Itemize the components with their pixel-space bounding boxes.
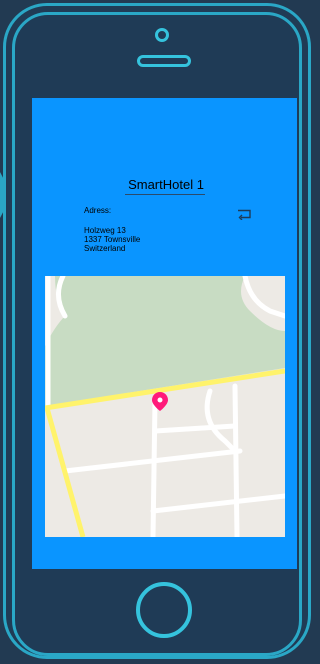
hotel-title: SmartHotel 1 bbox=[128, 177, 204, 192]
address-line-1: Holzweg 13 bbox=[84, 226, 126, 235]
title-underline bbox=[125, 194, 205, 195]
speaker-icon bbox=[137, 55, 191, 67]
location-map[interactable] bbox=[45, 276, 285, 537]
app-screen: SmartHotel 1 Adress: Holzweg 13 1337 Tow… bbox=[32, 98, 297, 569]
adress-label: Adress: bbox=[84, 206, 112, 215]
home-button[interactable] bbox=[136, 582, 192, 638]
return-arrow-icon[interactable] bbox=[237, 208, 253, 220]
road bbox=[204, 388, 238, 454]
park-area bbox=[45, 276, 285, 406]
road bbox=[232, 383, 240, 537]
highway bbox=[45, 407, 86, 537]
road bbox=[150, 398, 158, 537]
address-line-3: Switzerland bbox=[84, 244, 126, 253]
road bbox=[152, 423, 238, 434]
camera-icon bbox=[155, 28, 169, 42]
road bbox=[150, 493, 285, 514]
road bbox=[242, 276, 285, 319]
address-line-2: 1337 Townsville bbox=[84, 235, 141, 244]
